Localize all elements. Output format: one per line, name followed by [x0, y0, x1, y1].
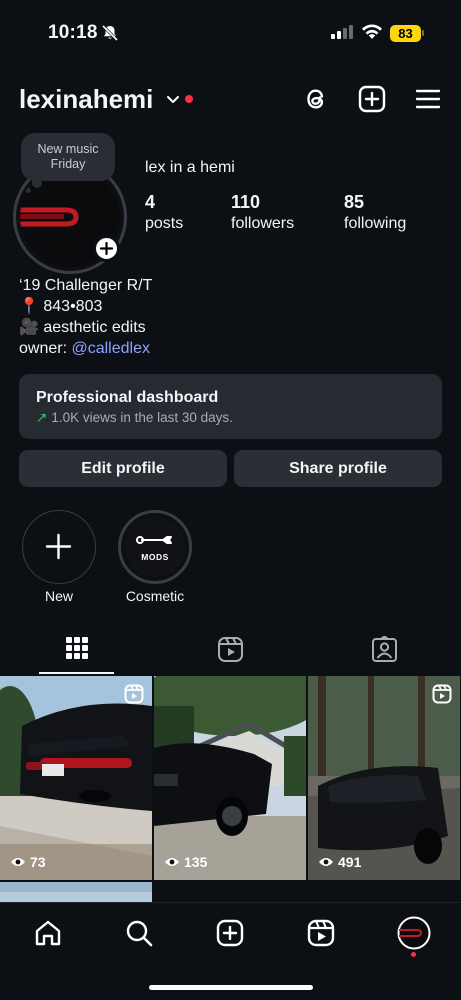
new-highlight-button[interactable]: [22, 510, 96, 584]
dashboard-views-text: 1.0K views in the last 30 days.: [51, 410, 233, 425]
camera-icon: 🎥: [19, 319, 39, 336]
profile-tabs: [0, 628, 461, 676]
menu-icon[interactable]: [414, 84, 444, 114]
stat-value: 4: [145, 192, 156, 212]
reels-icon[interactable]: [217, 636, 244, 668]
home-icon[interactable]: [34, 919, 62, 952]
profile-header: lexinahemi: [0, 78, 461, 122]
stat-value: 110: [231, 192, 261, 212]
reel-badge-icon: [432, 684, 452, 709]
grid-icon[interactable]: [65, 636, 89, 665]
notification-dot: [185, 95, 193, 103]
status-bar: 10:18 83: [0, 0, 461, 60]
bio-line: ‘19 Challenger R/T: [19, 277, 153, 294]
username-switcher[interactable]: lexinahemi: [19, 84, 153, 115]
bell-slash-icon: [101, 24, 119, 47]
reels-nav-icon[interactable]: [307, 919, 335, 952]
eye-icon: [11, 858, 25, 866]
edit-profile-button[interactable]: Edit profile: [19, 450, 227, 487]
tagged-icon[interactable]: [371, 635, 398, 668]
eye-icon: [165, 858, 179, 866]
reel-badge-icon: [124, 684, 144, 709]
bio-text: 843•803: [43, 298, 103, 315]
profile-bio: ‘19 Challenger R/T 📍 843•803 🎥 aesthetic…: [19, 275, 152, 359]
signal-icon: [331, 25, 353, 44]
battery-nub: [422, 30, 424, 36]
dashboard-title: Professional dashboard: [36, 389, 219, 406]
battery-indicator: 83: [390, 25, 421, 42]
post-thumbnail: [0, 882, 152, 902]
stat-label: posts: [145, 215, 184, 232]
trend-up-icon: ↗: [36, 410, 48, 425]
pin-icon: 📍: [19, 298, 39, 315]
highlight-label: Cosmetic: [125, 588, 185, 604]
search-icon[interactable]: [125, 919, 153, 952]
profile-note[interactable]: New music Friday: [21, 133, 115, 181]
bio-line: 🎥 aesthetic edits: [19, 317, 152, 338]
add-story-button[interactable]: [93, 235, 120, 262]
profile-notification-dot: [411, 952, 416, 957]
status-time: 10:18: [48, 22, 98, 43]
post-thumbnail: [154, 676, 306, 880]
view-count: 491: [318, 854, 361, 870]
highlight-cosmetic[interactable]: MODS: [118, 510, 192, 584]
note-bubble-tail-small: [26, 188, 31, 193]
threads-icon[interactable]: [302, 84, 332, 114]
eye-icon: [319, 858, 333, 866]
bio-text: owner:: [19, 340, 72, 357]
active-tab-indicator: [39, 672, 114, 674]
posts-count[interactable]: 4 posts: [145, 192, 183, 233]
bio-line: owner: @calledlex: [19, 338, 152, 359]
home-indicator[interactable]: [149, 985, 313, 990]
bio-text: aesthetic edits: [43, 319, 146, 336]
note-bubble-tail: [32, 178, 42, 188]
wrench-icon: [136, 536, 172, 544]
display-name: lex in a hemi: [145, 159, 235, 176]
post-tile[interactable]: 73: [0, 676, 152, 880]
post-tile[interactable]: [0, 882, 152, 902]
view-count: 73: [10, 854, 46, 870]
highlight-badge-text: MODS: [141, 552, 169, 562]
dashboard-subtitle: ↗ 1.0K views in the last 30 days.: [36, 410, 233, 426]
create-icon[interactable]: [357, 84, 387, 114]
create-post-icon[interactable]: [216, 919, 244, 952]
highlight-label: New: [44, 588, 73, 604]
following-count[interactable]: 85 following: [344, 192, 406, 233]
followers-count[interactable]: 110 followers: [231, 192, 294, 233]
view-count-value: 73: [30, 854, 46, 870]
wifi-icon: [361, 24, 383, 45]
view-count-value: 491: [338, 854, 362, 870]
profile-avatar-icon[interactable]: [397, 916, 431, 955]
owner-mention-link[interactable]: @calledlex: [71, 340, 150, 357]
share-profile-button[interactable]: Share profile: [234, 450, 442, 487]
view-count-value: 135: [184, 854, 208, 870]
plus-icon: [45, 533, 72, 560]
chevron-down-icon[interactable]: [166, 92, 180, 110]
post-tile[interactable]: 135: [154, 676, 306, 880]
stat-label: following: [344, 215, 407, 232]
stat-label: followers: [231, 215, 295, 232]
stat-value: 85: [344, 192, 365, 212]
post-tile[interactable]: 491: [308, 676, 460, 880]
highlight-cover: MODS: [125, 517, 185, 577]
bio-line: 📍 843•803: [19, 296, 152, 317]
view-count: 135: [164, 854, 207, 870]
professional-dashboard[interactable]: Professional dashboard ↗ 1.0K views in th…: [19, 374, 442, 439]
